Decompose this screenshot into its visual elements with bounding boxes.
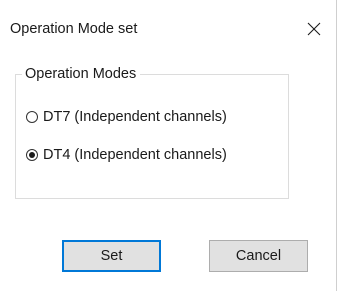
radio-button-dt7[interactable] [26, 111, 38, 123]
operation-mode-dialog: Operation Mode set Operation Modes DT7 (… [0, 0, 337, 291]
operation-modes-groupbox: Operation Modes DT7 (Independent channel… [15, 64, 289, 199]
radio-label-dt4: DT4 (Independent channels) [43, 147, 227, 163]
dialog-title: Operation Mode set [10, 21, 138, 37]
close-icon [307, 22, 321, 36]
groupbox-legend: Operation Modes [22, 64, 141, 84]
title-bar: Operation Mode set [0, 0, 336, 44]
close-button[interactable] [292, 9, 336, 49]
radio-option-dt7[interactable]: DT7 (Independent channels) [26, 107, 227, 127]
set-button[interactable]: Set [62, 240, 161, 272]
radio-button-dt4[interactable] [26, 149, 38, 161]
cancel-button[interactable]: Cancel [209, 240, 308, 272]
radio-label-dt7: DT7 (Independent channels) [43, 109, 227, 125]
radio-option-dt4[interactable]: DT4 (Independent channels) [26, 145, 227, 165]
